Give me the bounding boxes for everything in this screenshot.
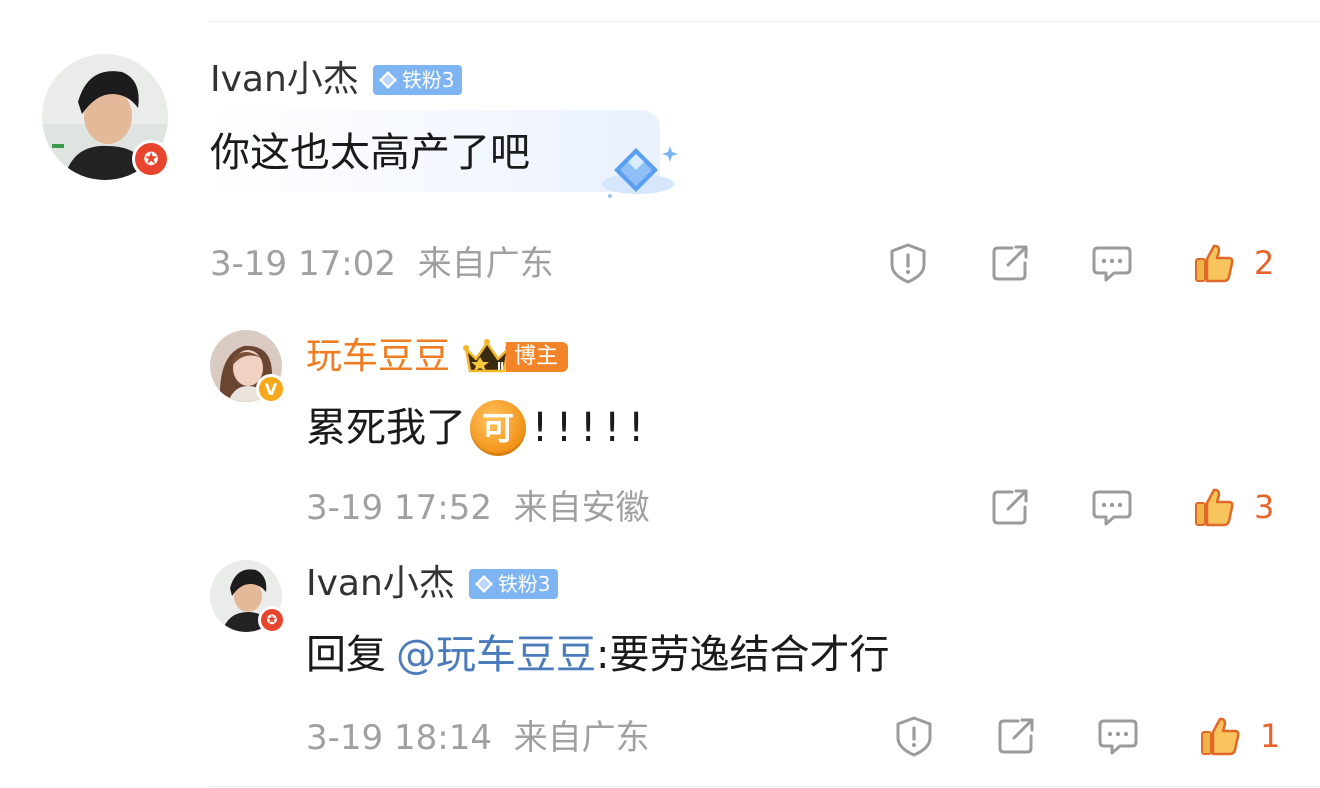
share-button[interactable] (988, 485, 1032, 529)
ke-emoji-icon: 可 (470, 400, 526, 456)
crown-level: Ⅱ (497, 360, 504, 373)
comment-location: 来自广东 (417, 244, 554, 284)
comment-time: 3-19 18:14 (306, 718, 492, 758)
comment-username[interactable]: Ivan小杰 铁粉3 (306, 562, 558, 606)
comment-meta: 3-19 17:02 来自广东 (210, 244, 554, 284)
username-text: 玩车豆豆 (306, 336, 451, 377)
like-count: 3 (1254, 488, 1275, 526)
comment-text: 累死我了 可 !!!!! (306, 400, 652, 456)
share-icon (992, 489, 1028, 525)
avatar[interactable]: V (210, 330, 286, 404)
comment-text: 回复 @玩车豆豆 :要劳逸结合才行 (306, 630, 889, 680)
comment-icon (1098, 719, 1138, 755)
fan-badge-label: 铁粉3 (497, 572, 551, 596)
mention-link[interactable]: @玩车豆豆 (396, 630, 596, 680)
report-button[interactable] (892, 714, 936, 758)
share-button[interactable] (994, 714, 1038, 758)
report-button[interactable] (886, 241, 930, 285)
reply-button[interactable] (1096, 714, 1140, 758)
like-button[interactable]: 1 (1198, 714, 1280, 758)
comment-username[interactable]: 玩车豆豆 Ⅱ 博主 (306, 335, 569, 379)
comment-time: 3-19 17:02 (210, 244, 396, 284)
report-shield-icon (890, 243, 926, 284)
comment-icon (1092, 246, 1132, 282)
comment-text-start: 累死我了 (306, 405, 466, 451)
report-shield-icon (896, 716, 932, 757)
like-count: 2 (1254, 244, 1275, 282)
reply-button[interactable] (1090, 241, 1134, 285)
share-icon (998, 718, 1034, 754)
username-text: Ivan小杰 (306, 563, 455, 604)
reply-prefix: 回复 (306, 632, 386, 678)
like-button[interactable]: 3 (1192, 485, 1274, 529)
comment-location: 来自广东 (513, 718, 650, 758)
fan-badge[interactable]: 铁粉3 (468, 569, 558, 599)
thumbs-up-icon (1195, 244, 1234, 283)
comment-time: 3-19 17:52 (306, 488, 492, 528)
comment-icon (1092, 490, 1132, 526)
share-button[interactable] (988, 241, 1032, 285)
member-badge-icon: ✪ (132, 140, 170, 178)
comment-meta: 3-19 18:14 来自广东 (306, 718, 650, 758)
comment-meta: 3-19 17:52 来自安徽 (306, 488, 650, 528)
avatar[interactable]: ✪ (210, 560, 286, 634)
reply-text: :要劳逸结合才行 (596, 632, 890, 678)
share-icon (992, 245, 1028, 281)
diamond-icon (474, 575, 493, 593)
divider-top (210, 21, 1320, 22)
member-badge-icon: ✪ (258, 606, 286, 634)
diamond-icon (378, 71, 397, 89)
blogger-badge[interactable]: Ⅱ 博主 (462, 339, 569, 375)
username-text: Ivan小杰 (210, 59, 359, 100)
diamond-bubble-icon (602, 146, 678, 198)
avatar[interactable]: ✪ (42, 54, 170, 180)
blogger-badge-label: 博主 (506, 342, 569, 372)
like-button[interactable]: 2 (1192, 241, 1274, 285)
comment-text-end: !!!!! (532, 405, 653, 451)
fan-badge[interactable]: 铁粉3 (372, 65, 462, 95)
comment-text: 你这也太高产了吧 (210, 130, 530, 176)
thumbs-up-icon (1201, 717, 1240, 756)
divider-bottom (210, 786, 1320, 787)
crown-icon: Ⅱ (463, 339, 512, 373)
like-count: 1 (1260, 717, 1281, 755)
thumbs-up-icon (1195, 488, 1234, 527)
comment-username[interactable]: Ivan小杰 铁粉3 (210, 58, 462, 102)
comment-location: 来自安徽 (513, 488, 650, 528)
reply-button[interactable] (1090, 485, 1134, 529)
fan-badge-label: 铁粉3 (401, 68, 455, 92)
verified-badge-icon: V (256, 374, 286, 404)
